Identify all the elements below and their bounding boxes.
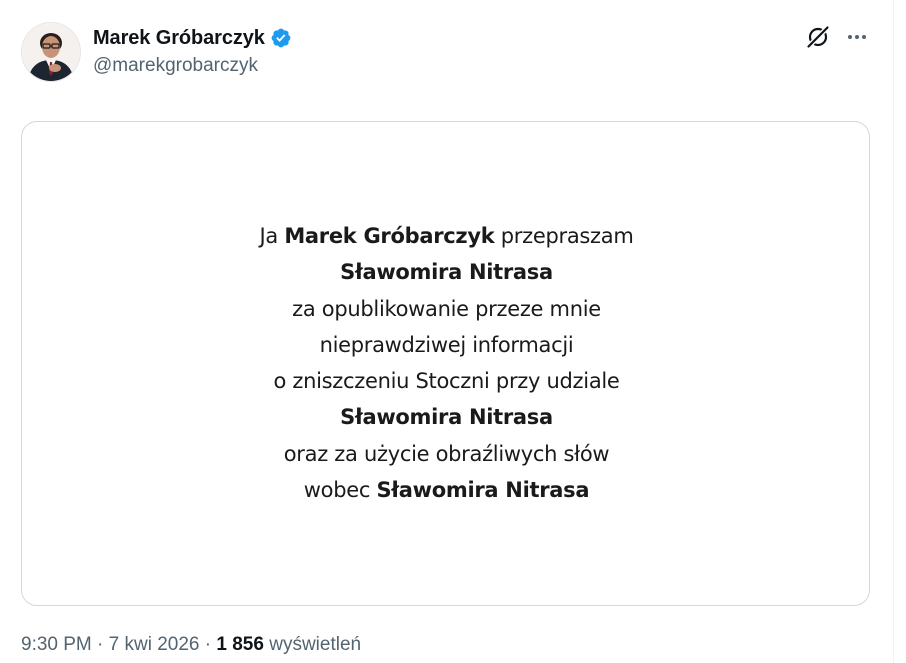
verified-badge-icon[interactable] — [270, 27, 292, 49]
more-options-button[interactable] — [842, 22, 872, 52]
statement-line-3: za opublikowanie przeze mnie — [292, 296, 601, 321]
views-label: wyświetleń — [263, 634, 362, 655]
statement-line-7: oraz za użycie obraźliwych słów — [283, 441, 610, 466]
statement-line-1: Ja Marek Gróbarczyk przepraszam — [259, 224, 634, 248]
more-horizontal-icon — [848, 35, 866, 39]
statement-line-8: wobec Sławomira Nitrasa — [303, 478, 590, 503]
statement-line-5: o zniszczeniu Stoczni przy udziale — [273, 369, 620, 394]
avatar-portrait-icon — [22, 23, 80, 81]
statement-line-2: Sławomira Nitrasa — [340, 260, 553, 285]
author-display-name[interactable]: Marek Gróbarczyk — [93, 27, 265, 50]
tweet-media-image[interactable]: Ja Marek Gróbarczyk przepraszam Sławomir… — [21, 121, 870, 606]
meta-separator: · — [199, 634, 217, 655]
grok-button[interactable] — [803, 22, 833, 52]
tweet: Marek Gróbarczyk @marekgrobarczyk Ja Mar… — [0, 0, 893, 663]
statement-line-4: nieprawdziwej informacji — [319, 332, 574, 357]
tweet-timestamp-link[interactable]: 9:30 PM · 7 kwi 2026 — [21, 634, 200, 655]
timeline-divider — [893, 0, 894, 663]
statement-line-6: Sławomira Nitrasa — [340, 405, 553, 430]
avatar[interactable] — [21, 22, 81, 82]
tweet-meta: 9:30 PM · 7 kwi 2026 · 1 856 wyświetleń — [21, 634, 361, 656]
tweet-date: 7 kwi 2026 — [108, 634, 200, 655]
views-count: 1 856 — [216, 634, 264, 655]
apology-statement: Ja Marek Gróbarczyk przepraszam Sławomir… — [22, 218, 869, 508]
grok-icon — [807, 26, 829, 48]
meta-separator: · — [91, 634, 109, 655]
author-handle[interactable]: @marekgrobarczyk — [93, 55, 258, 77]
tweet-time: 9:30 PM — [21, 634, 92, 655]
author-name-row: Marek Gróbarczyk — [93, 24, 292, 52]
